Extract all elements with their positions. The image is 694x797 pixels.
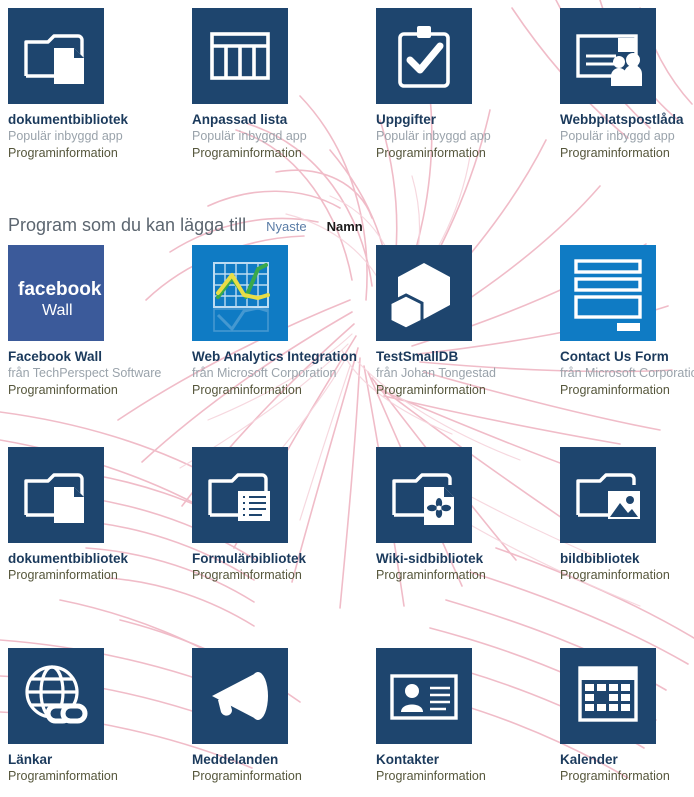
app-information-link[interactable]: Programinformation	[376, 768, 560, 785]
app-information-link[interactable]: Programinformation	[560, 768, 694, 785]
app-information-link[interactable]: Programinformation	[8, 145, 192, 162]
sort-link-name[interactable]: Namn	[327, 215, 363, 239]
contact-form-icon[interactable]	[560, 245, 656, 341]
app-card-title[interactable]: Anpassad lista	[192, 112, 376, 128]
calendar-icon[interactable]	[560, 648, 656, 744]
app-card-title[interactable]: Facebook Wall	[8, 349, 192, 365]
app-card[interactable]: Länkar Programinformation	[8, 648, 192, 785]
app-card[interactable]: TestSmallDB från Johan Tongestad Programin…	[376, 245, 560, 399]
tasks-clipboard-icon[interactable]	[376, 8, 472, 104]
document-library-icon[interactable]	[8, 8, 104, 104]
app-card-publisher: Populär inbyggd app	[376, 129, 491, 143]
custom-list-icon[interactable]	[192, 8, 288, 104]
app-card[interactable]: bildbibliotek Programinformation	[560, 447, 694, 584]
app-information-link[interactable]: Programinformation	[192, 768, 376, 785]
app-card-publisher: Populär inbyggd app	[8, 129, 123, 143]
app-card[interactable]: Kalender Programinformation	[560, 648, 694, 785]
app-card-title[interactable]: bildbibliotek	[560, 551, 694, 567]
app-information-link[interactable]: Programinformation	[8, 567, 192, 584]
app-card-title[interactable]: Formulärbibliotek	[192, 551, 376, 567]
app-card-title[interactable]: Contact Us Form	[560, 349, 694, 365]
app-card-publisher: Populär inbyggd app	[192, 129, 307, 143]
app-card-publisher: från TechPerspect Software	[8, 366, 162, 380]
app-card[interactable]: Kontakter Programinformation	[376, 648, 560, 785]
app-card-publisher: Populär inbyggd app	[560, 129, 675, 143]
facebook-wall-icon[interactable]: facebook Wall	[8, 245, 104, 341]
app-card-publisher: från Microsoft Corporation	[560, 366, 694, 380]
app-card[interactable]: Anpassad lista Populär inbyggd app Program…	[192, 8, 376, 162]
app-information-link[interactable]: Programinformation	[560, 567, 694, 584]
app-card[interactable]: Web Analytics Integration från Microsoft …	[192, 245, 376, 399]
app-card-title[interactable]: TestSmallDB	[376, 349, 560, 365]
app-information-link[interactable]: Programinformation	[376, 567, 560, 584]
svg-text:facebook: facebook	[18, 279, 102, 300]
document-library-icon[interactable]	[8, 447, 104, 543]
picture-library-icon[interactable]	[560, 447, 656, 543]
app-catalog-content: Program som du kan lägga till Nyaste Nam…	[0, 0, 694, 797]
app-information-link[interactable]: Programinformation	[8, 768, 192, 785]
app-card-title[interactable]: Kontakter	[376, 752, 560, 768]
app-card[interactable]: Uppgifter Populär inbyggd app Programinfor…	[376, 8, 560, 162]
site-mailbox-icon[interactable]	[560, 8, 656, 104]
app-information-link[interactable]: Programinformation	[192, 145, 376, 162]
app-card[interactable]: dokumentbibliotek Programinformation	[8, 447, 192, 584]
database-hexagon-icon[interactable]	[376, 245, 472, 341]
form-library-icon[interactable]	[192, 447, 288, 543]
app-card-publisher: från Johan Tongestad	[376, 366, 497, 380]
app-card-title[interactable]: dokumentbibliotek	[8, 551, 192, 567]
app-information-link[interactable]: Programinformation	[560, 145, 694, 162]
sort-link-newest[interactable]: Nyaste	[266, 215, 306, 239]
contacts-card-icon[interactable]	[376, 648, 472, 744]
svg-text:Wall: Wall	[42, 302, 73, 319]
app-card-title[interactable]: Wiki-sidbibliotek	[376, 551, 560, 567]
app-card-title[interactable]: Kalender	[560, 752, 694, 768]
app-card-title[interactable]: Webbplatspostlåda	[560, 112, 694, 128]
app-information-link[interactable]: Programinformation	[192, 382, 376, 399]
app-card[interactable]: dokumentbibliotek Populär inbyggd app Prog…	[8, 8, 192, 162]
app-card-title[interactable]: dokumentbibliotek	[8, 112, 192, 128]
app-card-title[interactable]: Uppgifter	[376, 112, 560, 128]
app-card[interactable]: Contact Us Form från Microsoft Corporatio…	[560, 245, 694, 399]
wiki-library-icon[interactable]	[376, 447, 472, 543]
app-card[interactable]: facebook Wall Facebook Wall från TechPers…	[8, 245, 192, 399]
app-information-link[interactable]: Programinformation	[8, 382, 192, 399]
available-apps-header: Program som du kan lägga till Nyaste Nam…	[8, 213, 363, 239]
web-analytics-icon[interactable]	[192, 245, 288, 341]
app-card[interactable]: Formulärbibliotek Programinformation	[192, 447, 376, 584]
announcements-megaphone-icon[interactable]	[192, 648, 288, 744]
app-card[interactable]: Webbplatspostlåda Populär inbyggd app Prog…	[560, 8, 694, 162]
app-card[interactable]: Meddelanden Programinformation	[192, 648, 376, 785]
app-card-title[interactable]: Länkar	[8, 752, 192, 768]
app-card-publisher: från Microsoft Corporation	[192, 366, 337, 380]
app-information-link[interactable]: Programinformation	[376, 382, 560, 399]
links-globe-icon[interactable]	[8, 648, 104, 744]
page-title: Program som du kan lägga till	[8, 215, 247, 235]
app-card-title[interactable]: Web Analytics Integration	[192, 349, 376, 365]
app-information-link[interactable]: Programinformation	[560, 382, 694, 399]
app-information-link[interactable]: Programinformation	[192, 567, 376, 584]
app-information-link[interactable]: Programinformation	[376, 145, 560, 162]
app-card-title[interactable]: Meddelanden	[192, 752, 376, 768]
app-card[interactable]: Wiki-sidbibliotek Programinformation	[376, 447, 560, 584]
